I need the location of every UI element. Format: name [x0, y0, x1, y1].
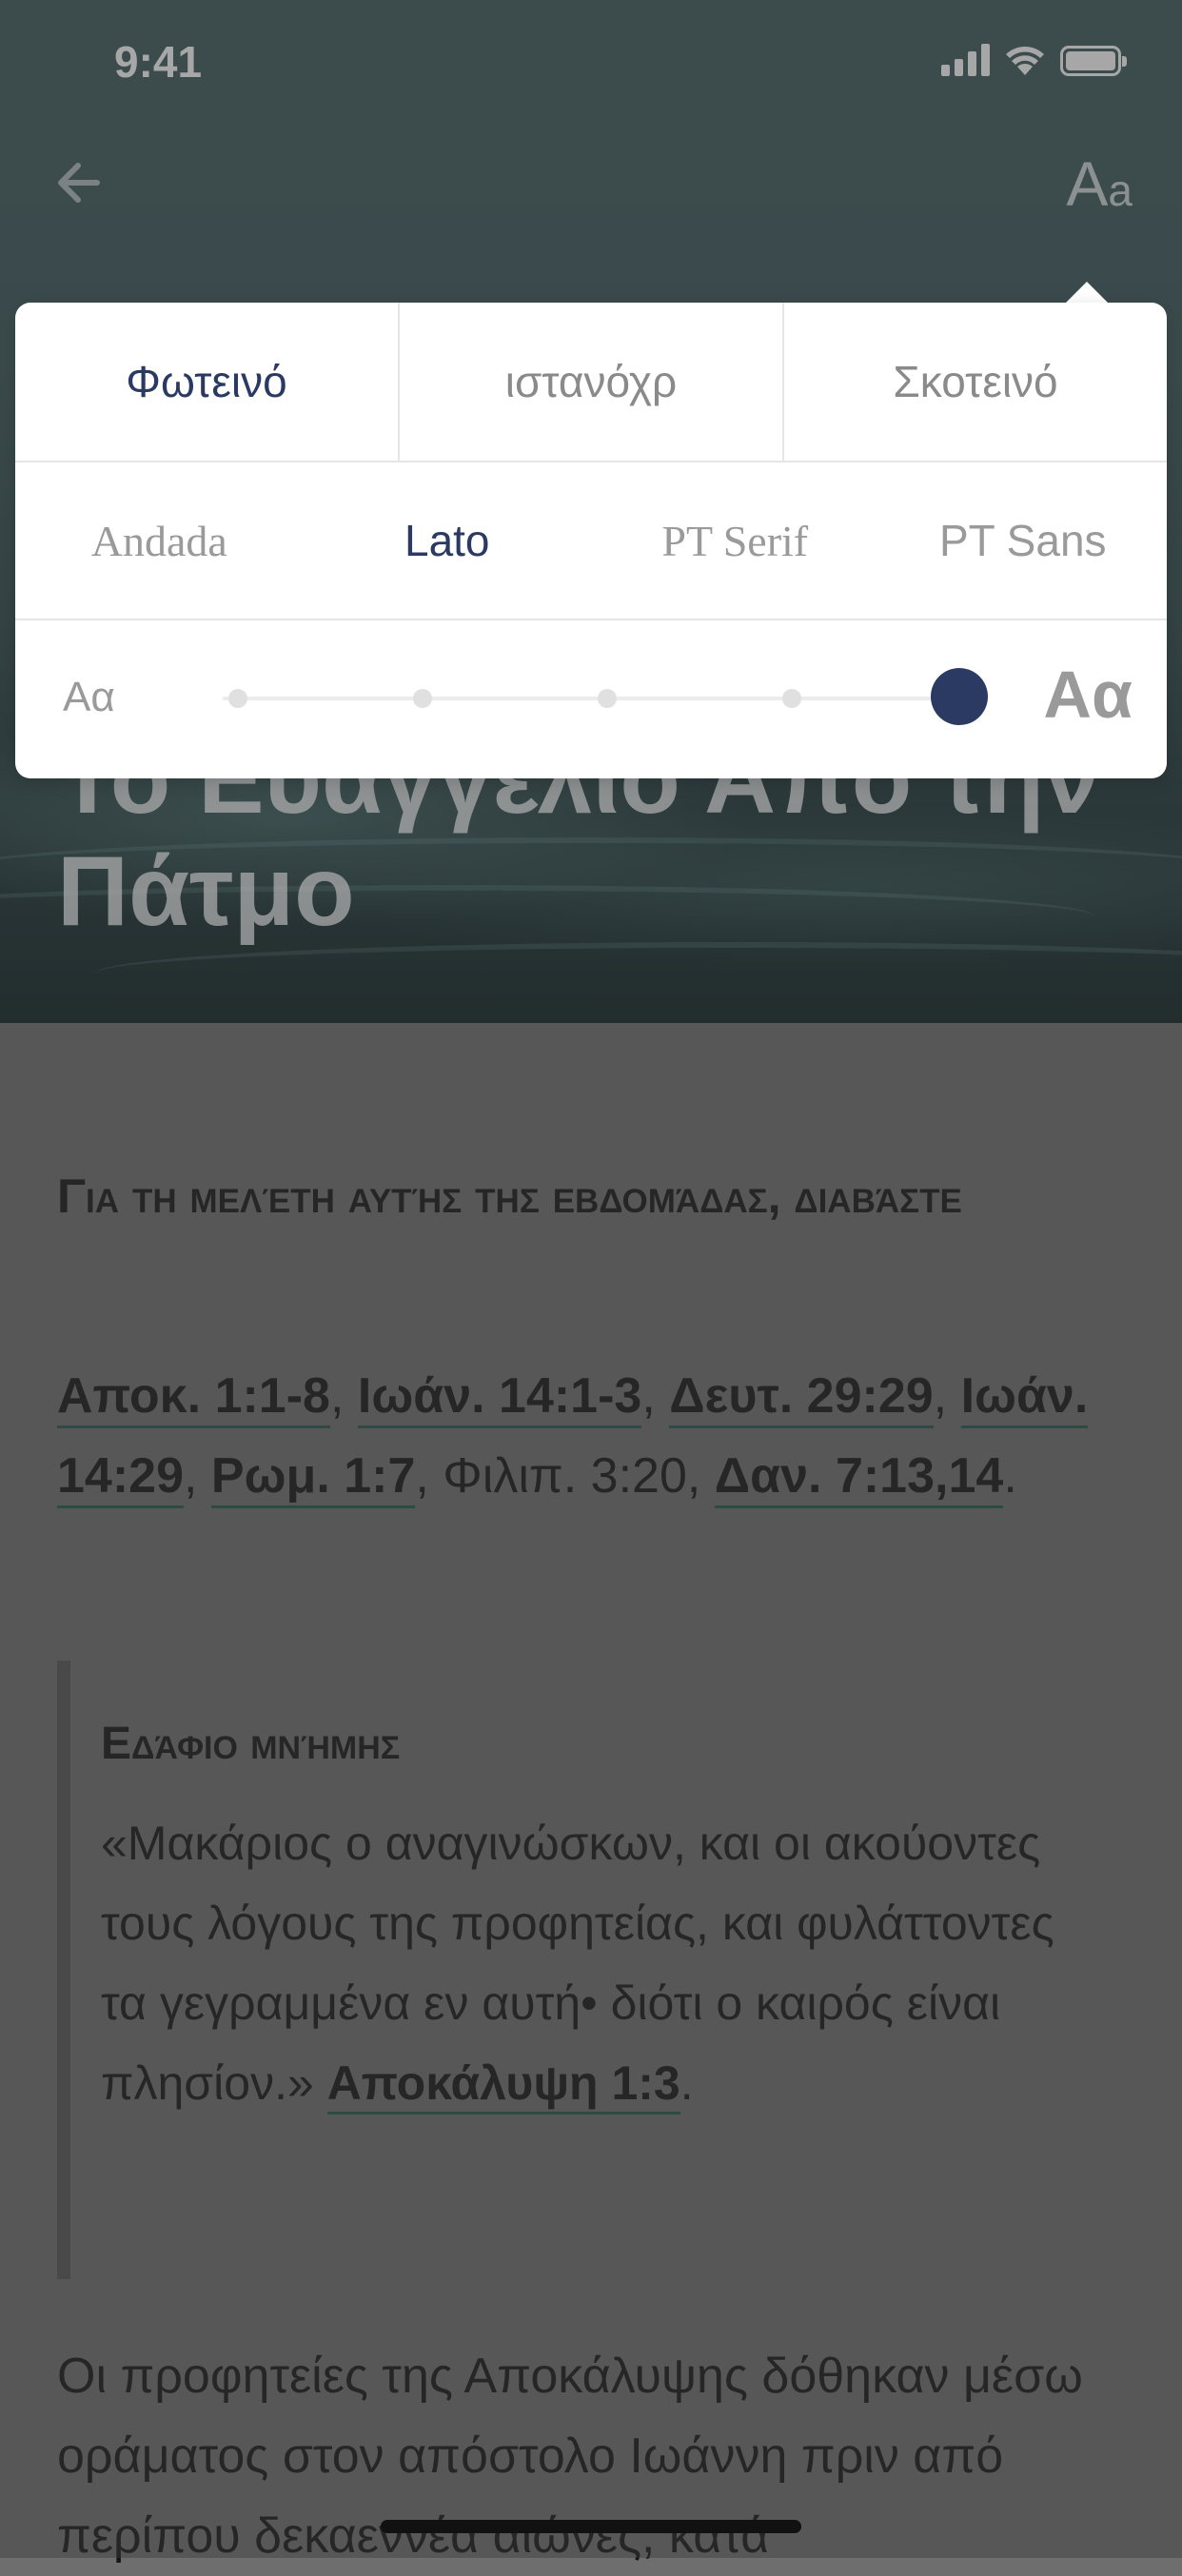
- font-size-small-label: Aα: [63, 674, 115, 720]
- font-size-step-dot[interactable]: [598, 689, 617, 708]
- font-size-step-dot[interactable]: [782, 689, 801, 708]
- font-size-slider-thumb[interactable]: [931, 668, 988, 725]
- font-size-control: Aα Aα: [15, 620, 1167, 778]
- font-size-step-dot[interactable]: [413, 689, 432, 708]
- text-settings-popover: Φωτεινό ιστανόχρ Σκοτεινό Andada Lato PT…: [15, 303, 1167, 778]
- font-size-large-label: Aα: [1043, 658, 1133, 732]
- theme-option-dark[interactable]: Σκοτεινό: [782, 303, 1167, 461]
- theme-selector: Φωτεινό ιστανόχρ Σκοτεινό: [15, 303, 1167, 462]
- font-option-lato[interactable]: Lato: [304, 462, 592, 619]
- home-indicator[interactable]: [381, 2520, 801, 2533]
- font-option-pt-sans[interactable]: PT Sans: [879, 462, 1168, 619]
- popover-arrow: [1064, 282, 1110, 305]
- font-option-andada[interactable]: Andada: [15, 462, 304, 619]
- theme-option-light[interactable]: Φωτεινό: [15, 303, 398, 461]
- theme-option-sepia[interactable]: ιστανόχρ: [398, 303, 782, 461]
- font-selector: Andada Lato PT Serif PT Sans: [15, 462, 1167, 620]
- font-size-step-dot[interactable]: [228, 689, 247, 708]
- font-option-pt-serif[interactable]: PT Serif: [591, 462, 879, 619]
